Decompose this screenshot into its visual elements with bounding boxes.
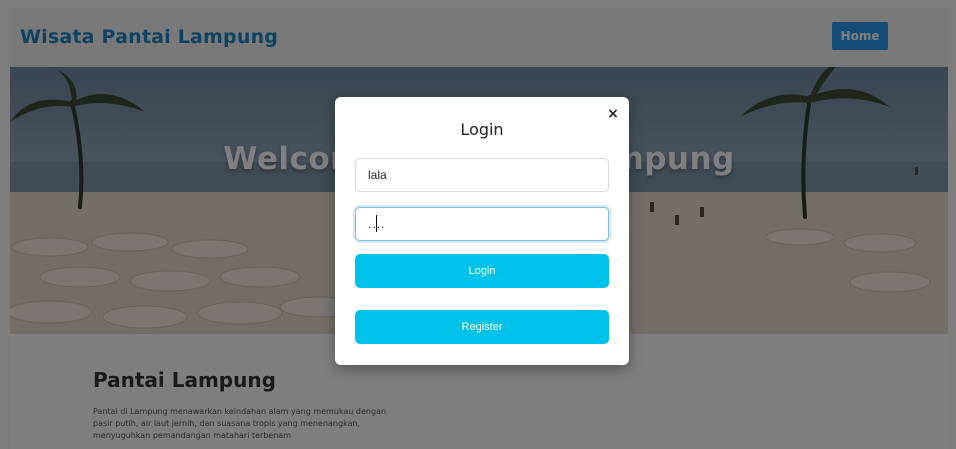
text-cursor [376,215,377,232]
login-button[interactable]: Login [355,254,609,288]
register-button[interactable]: Register [355,310,609,344]
password-input[interactable] [355,207,609,241]
username-input[interactable] [355,158,609,192]
login-modal: × Login Login Register [335,97,629,365]
modal-title: Login [460,120,504,139]
